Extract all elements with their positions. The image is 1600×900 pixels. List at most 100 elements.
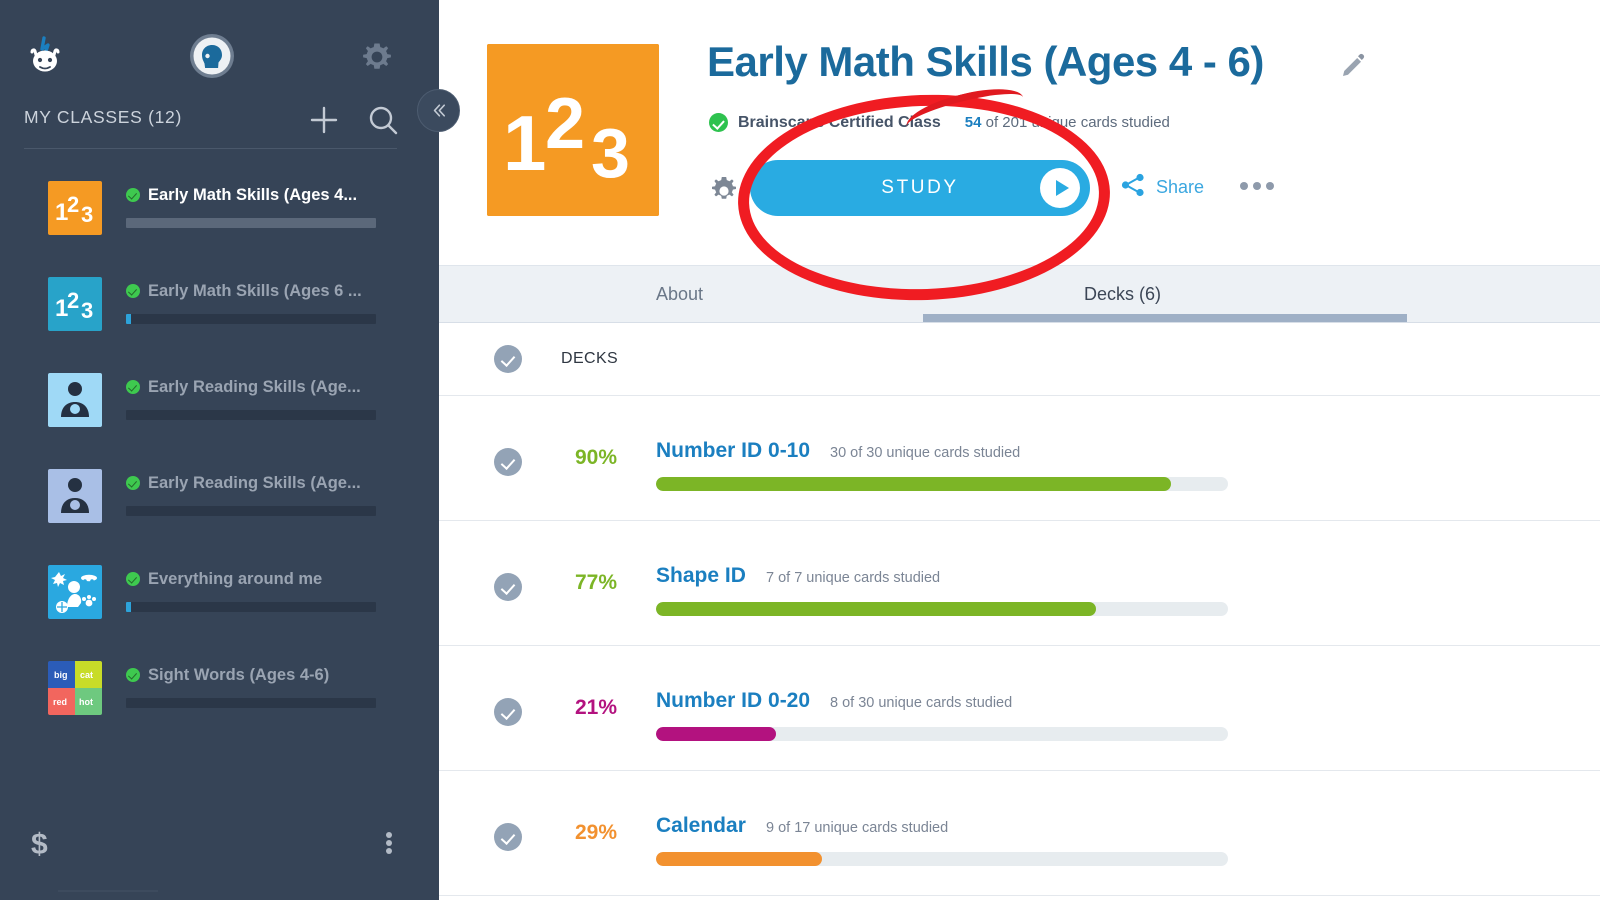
- my-classes-header: MY CLASSES (12): [24, 100, 416, 144]
- deck-select-check-icon[interactable]: [494, 448, 522, 476]
- deck-name[interactable]: Number ID 0-20: [656, 689, 810, 713]
- deck-cards-studied: 7 of 7 unique cards studied: [766, 570, 941, 586]
- sidebar-class-item-5[interactable]: big cat red hot Sight Words (Ages 4-6): [0, 640, 439, 736]
- sidebar-class-item-2[interactable]: Early Reading Skills (Age...: [0, 352, 439, 448]
- deck-select-check-icon[interactable]: [494, 823, 522, 851]
- sidebar-divider: [24, 148, 397, 149]
- deck-progress-track: [656, 852, 1228, 866]
- deck-cards-studied: 9 of 17 unique cards studied: [766, 820, 949, 836]
- main-content: 1 2 3 Early Math Skills (Ages 4 - 6) Bra…: [439, 0, 1600, 900]
- class-hero-details: Early Math Skills (Ages 4 - 6) Brainscap…: [707, 0, 1600, 265]
- cards-studied-count: 54: [964, 114, 982, 131]
- chevron-double-left-icon[interactable]: [417, 89, 460, 132]
- svg-text:cat: cat: [80, 670, 93, 680]
- class-progress-track: [126, 506, 376, 516]
- dollar-sign-icon[interactable]: $: [22, 822, 64, 864]
- tab-about[interactable]: About: [656, 284, 703, 305]
- study-button-label: STUDY: [881, 177, 959, 198]
- class-thumbnail-icon: [48, 565, 102, 619]
- deck-select-check-icon[interactable]: [494, 573, 522, 601]
- deck-cards-studied: 8 of 30 unique cards studied: [830, 695, 1013, 711]
- deck-progress-fill: [656, 852, 822, 866]
- svg-text:2: 2: [67, 192, 79, 217]
- deck-progress-track: [656, 602, 1228, 616]
- deck-row[interactable]: 77% Shape ID 7 of 7 unique cards studied: [439, 521, 1600, 646]
- share-label: Share: [1156, 177, 1205, 197]
- gear-icon[interactable]: [356, 36, 398, 78]
- deck-progress-fill: [656, 477, 1171, 491]
- profile-head-icon[interactable]: [188, 32, 236, 80]
- sidebar-class-item-4[interactable]: Everything around me: [0, 544, 439, 640]
- certified-label: Brainscape Certified Class: [738, 113, 941, 131]
- class-list: 1 2 3 Early Math Skills (Ages 4... 1 2 3…: [0, 160, 439, 736]
- class-progress-fill: [126, 314, 131, 324]
- share-icon: [1120, 172, 1146, 203]
- decks-select-all-check-icon[interactable]: [494, 345, 522, 373]
- class-status-check-icon: [126, 476, 140, 490]
- cards-studied-rest: of 201 unique cards studied: [981, 114, 1170, 131]
- svg-text:1: 1: [503, 99, 546, 187]
- class-thumbnail-icon: 1 2 3: [48, 277, 102, 331]
- deck-name[interactable]: Calendar: [656, 814, 746, 838]
- deck-row[interactable]: 90% Number ID 0-10 30 of 30 unique cards…: [439, 396, 1600, 521]
- deck-row[interactable]: 29% Calendar 9 of 17 unique cards studie…: [439, 771, 1600, 896]
- deck-mastery-percent: 90%: [574, 446, 618, 469]
- sidebar-class-label: Early Reading Skills (Age...: [148, 377, 361, 396]
- search-icon[interactable]: [364, 102, 402, 140]
- sidebar-class-label: Everything around me: [148, 569, 323, 588]
- play-circle-icon: [1040, 168, 1080, 208]
- class-status-check-icon: [126, 572, 140, 586]
- sidebar-class-item-1[interactable]: 1 2 3 Early Math Skills (Ages 6 ...: [0, 256, 439, 352]
- ellipsis-icon[interactable]: [1240, 182, 1274, 190]
- svg-text:3: 3: [591, 114, 630, 192]
- deck-cards-studied: 30 of 30 unique cards studied: [830, 445, 1021, 461]
- sidebar-class-label: Early Reading Skills (Age...: [148, 473, 361, 492]
- gear-icon[interactable]: [707, 174, 741, 208]
- deck-progress-fill: [656, 727, 777, 741]
- deck-progress-track: [656, 477, 1228, 491]
- svg-text:3: 3: [81, 202, 93, 227]
- class-status-check-icon: [126, 188, 140, 202]
- deck-select-check-icon[interactable]: [494, 698, 522, 726]
- class-progress-track: [126, 698, 376, 708]
- green-check-badge-icon: [709, 113, 728, 132]
- deck-progress-fill: [656, 602, 1097, 616]
- sidebar-class-item-0[interactable]: 1 2 3 Early Math Skills (Ages 4...: [0, 160, 439, 256]
- class-hero: 1 2 3 Early Math Skills (Ages 4 - 6) Bra…: [439, 0, 1600, 265]
- pencil-icon[interactable]: [1337, 52, 1367, 82]
- class-progress-track: [126, 314, 376, 324]
- class-status-check-icon: [126, 380, 140, 394]
- plus-icon[interactable]: [304, 100, 344, 140]
- svg-text:hot: hot: [79, 697, 93, 707]
- class-hero-thumbnail-icon: 1 2 3: [487, 44, 659, 216]
- sidebar-class-label: Sight Words (Ages 4-6): [148, 665, 330, 684]
- deck-name[interactable]: Shape ID: [656, 564, 746, 588]
- deck-row[interactable]: 21% Number ID 0-20 8 of 30 unique cards …: [439, 646, 1600, 771]
- tab-bar: About Decks (6): [439, 265, 1600, 323]
- deck-name[interactable]: Number ID 0-10: [656, 439, 810, 463]
- deck-progress-track: [656, 727, 1228, 741]
- class-meta-row: Brainscape Certified Class 54 of 201 uni…: [709, 113, 1170, 132]
- class-thumbnail-icon: 1 2 3: [48, 181, 102, 235]
- study-button[interactable]: STUDY: [750, 160, 1090, 216]
- sidebar-header: [0, 0, 439, 97]
- share-button[interactable]: Share: [1120, 172, 1204, 203]
- deck-mastery-percent: 21%: [574, 696, 618, 719]
- svg-text:red: red: [53, 697, 67, 707]
- decks-header-label: DECKS: [561, 350, 619, 367]
- sidebar-class-label: Early Math Skills (Ages 4...: [148, 185, 358, 204]
- svg-text:2: 2: [545, 84, 585, 164]
- sidebar-class-item-3[interactable]: Early Reading Skills (Age...: [0, 448, 439, 544]
- page-title: Early Math Skills (Ages 4 - 6): [707, 38, 1264, 85]
- brainscape-robot-logo-icon[interactable]: [22, 32, 68, 78]
- class-thumbnail-icon: [48, 469, 102, 523]
- svg-text:$: $: [31, 828, 48, 861]
- kebab-menu-icon[interactable]: [372, 822, 406, 864]
- deck-mastery-percent: 77%: [574, 571, 618, 594]
- class-progress-track: [126, 218, 376, 228]
- deck-mastery-percent: 29%: [574, 821, 618, 844]
- class-progress-track: [126, 410, 376, 420]
- tab-decks[interactable]: Decks (6): [1084, 284, 1161, 305]
- class-thumbnail-icon: [48, 373, 102, 427]
- cards-studied-label: 54 of 201 unique cards studied: [965, 114, 1170, 131]
